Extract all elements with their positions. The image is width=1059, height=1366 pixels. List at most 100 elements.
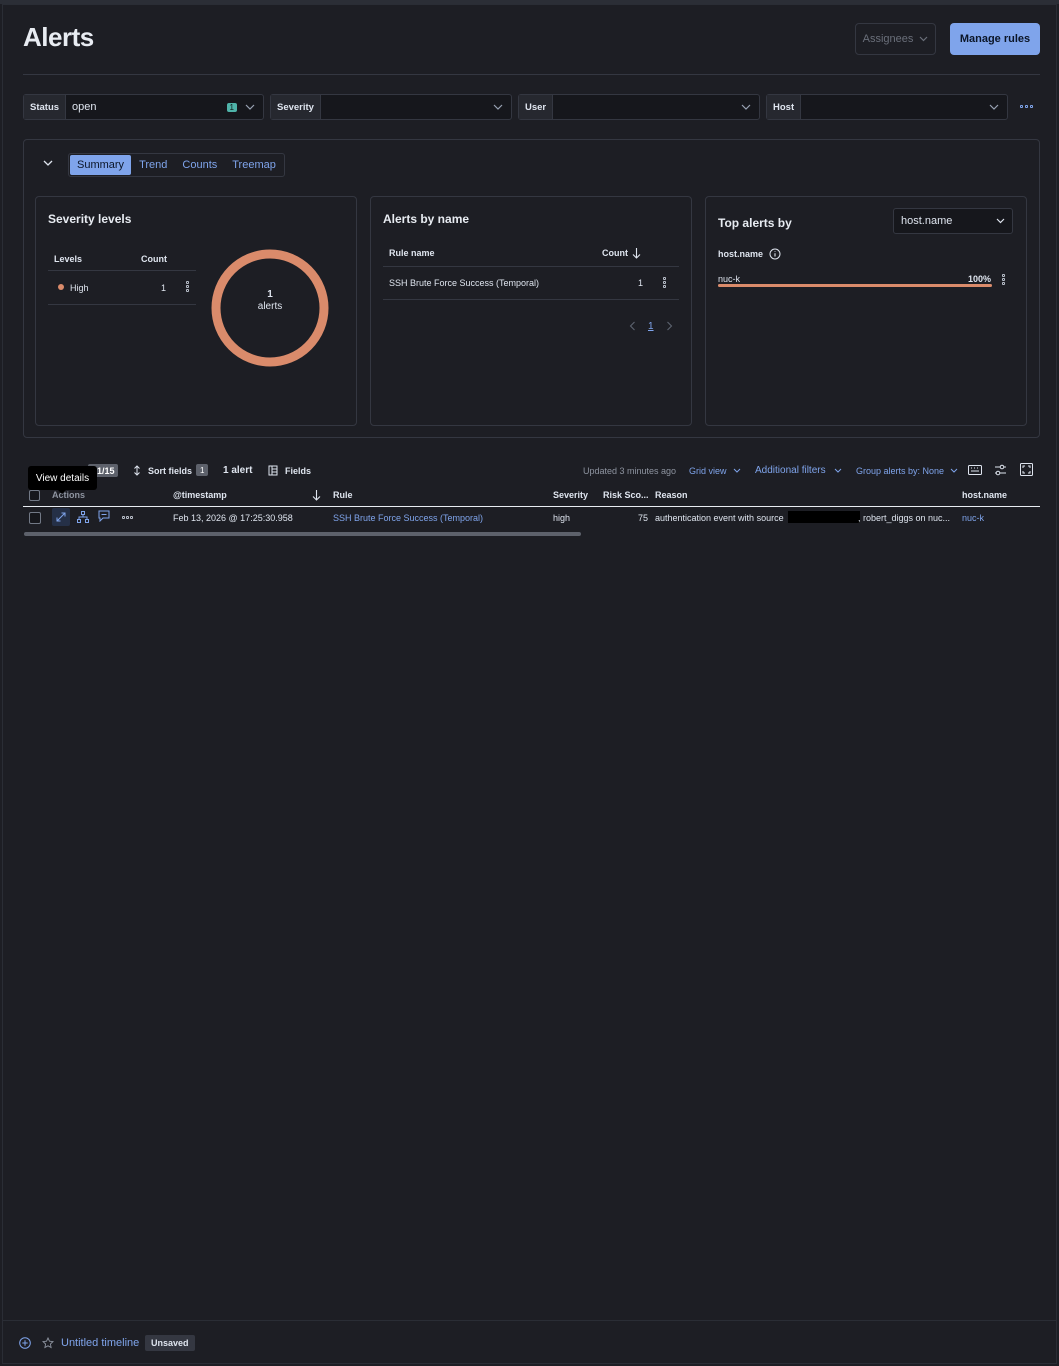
expand-icon: [56, 512, 66, 522]
add-timeline-icon[interactable]: [19, 1337, 31, 1349]
sort-down-arrow-icon[interactable]: [632, 247, 641, 259]
chevron-down-icon: [733, 468, 741, 473]
more-actions-icon[interactable]: [122, 516, 133, 519]
select-all-checkbox[interactable]: [29, 490, 40, 501]
manage-rules-button[interactable]: Manage rules: [950, 23, 1040, 55]
risk-score-cell: 75: [638, 513, 649, 523]
summary-tabs: Summary Trend Counts Treemap: [68, 153, 285, 177]
alerts-by-name-card: [370, 196, 692, 426]
group-alerts-button[interactable]: Group alerts by: None: [856, 466, 944, 476]
row-checkbox[interactable]: [29, 512, 41, 524]
top-alerts-field-label: host.name: [718, 249, 764, 259]
keyboard-icon[interactable]: [968, 465, 982, 475]
timestamp-cell: Feb 13, 2026 @ 17:25:30.958: [173, 513, 293, 523]
additional-filters-button[interactable]: Additional filters: [755, 465, 826, 476]
donut-label: alerts: [257, 301, 283, 312]
fields-icon: [268, 465, 278, 476]
rule-name-cell: SSH Brute Force Success (Temporal): [389, 278, 540, 288]
top-alerts-field-select[interactable]: host.name: [893, 208, 1013, 234]
fields-button[interactable]: Fields: [285, 466, 311, 476]
chevron-down-icon: [919, 36, 928, 42]
levels-column-header: Levels: [54, 254, 83, 264]
top-alert-name: nuc-k: [718, 274, 741, 284]
top-alert-bar-track: [718, 284, 992, 287]
tab-counts[interactable]: Counts: [175, 155, 224, 175]
sort-count-badge: 1: [196, 464, 209, 476]
assignees-button[interactable]: Assignees: [855, 23, 936, 55]
reason-column-header[interactable]: Reason: [655, 490, 688, 500]
table-divider: [48, 270, 196, 271]
timeline-divider: [3, 1320, 1056, 1321]
rule-name-column-header: Rule name: [389, 248, 435, 258]
view-details-tooltip: View details: [28, 466, 97, 494]
sort-fields-button[interactable]: Sort fields: [148, 466, 192, 476]
top-alerts-title: Top alerts by: [718, 216, 792, 230]
star-icon[interactable]: [42, 1337, 54, 1349]
chevron-left-icon[interactable]: [629, 321, 636, 331]
risk-score-column-header[interactable]: Risk Sco...: [603, 490, 649, 500]
user-filter[interactable]: User: [518, 94, 760, 120]
horizontal-scrollbar[interactable]: [24, 532, 581, 536]
chevron-down-icon: [989, 104, 999, 110]
actions-column-header: Actions: [52, 490, 86, 500]
chevron-down-icon: [950, 468, 958, 473]
host-name-link[interactable]: nuc-k: [962, 513, 984, 523]
count-column-header: Count: [141, 254, 167, 264]
table-divider: [383, 299, 679, 300]
page-title: Alerts: [23, 22, 94, 52]
tab-trend[interactable]: Trend: [132, 155, 174, 175]
chevron-right-icon[interactable]: [666, 321, 673, 331]
status-filter-count: 1: [226, 102, 237, 112]
chevron-down-icon: [493, 104, 503, 110]
assignees-label: Assignees: [862, 33, 914, 45]
redacted-block: [788, 511, 860, 523]
sort-down-arrow-icon[interactable]: [312, 489, 321, 501]
host-filter[interactable]: Host: [766, 94, 1008, 120]
sort-icon: [134, 465, 140, 476]
timeline-title[interactable]: Untitled timeline: [61, 1337, 139, 1349]
host-name-column-header[interactable]: host.name: [962, 490, 1007, 500]
user-filter-label: User: [519, 95, 554, 119]
severity-count: 1: [161, 283, 167, 293]
analyze-event-icon[interactable]: [77, 511, 89, 523]
pagination-page-1[interactable]: 1: [648, 321, 654, 332]
comment-icon[interactable]: [98, 510, 110, 522]
rule-link[interactable]: SSH Brute Force Success (Temporal): [333, 513, 483, 523]
severity-filter[interactable]: Severity: [270, 94, 512, 120]
rule-column-header[interactable]: Rule: [333, 490, 353, 500]
timestamp-column-header[interactable]: @timestamp: [173, 490, 227, 500]
more-filters-icon[interactable]: [1020, 105, 1034, 109]
chevron-down-icon: [741, 104, 751, 110]
row-actions-icon[interactable]: [663, 277, 666, 288]
severity-cell: high: [553, 513, 571, 523]
donut-count: 1: [267, 289, 273, 300]
status-filter-value: open: [72, 101, 97, 113]
chevron-down-icon: [834, 468, 842, 473]
status-filter[interactable]: Status open 1: [23, 94, 264, 120]
row-actions-icon[interactable]: [1002, 274, 1005, 285]
status-filter-label: Status: [24, 95, 67, 119]
rule-count-cell: 1: [638, 278, 644, 288]
chevron-down-icon: [245, 104, 255, 110]
tab-treemap[interactable]: Treemap: [225, 155, 283, 175]
severity-column-header[interactable]: Severity: [553, 490, 588, 500]
fullscreen-icon[interactable]: [1020, 463, 1033, 476]
high-dot-icon: [58, 284, 64, 290]
host-filter-label: Host: [767, 95, 802, 119]
grid-view-button[interactable]: Grid view: [689, 466, 727, 476]
view-details-button[interactable]: [52, 508, 70, 526]
settings-sliders-icon[interactable]: [994, 464, 1007, 476]
tab-summary[interactable]: Summary: [70, 155, 132, 175]
updated-text: Updated 3 minutes ago: [583, 466, 677, 476]
count-column-header[interactable]: Count: [602, 248, 628, 258]
top-alerts-select-value: host.name: [901, 215, 953, 227]
reason-cell-end: , robert_diggs on nuc...: [858, 513, 951, 523]
info-icon[interactable]: [769, 248, 781, 260]
row-actions-icon[interactable]: [186, 281, 189, 292]
severity-filter-label: Severity: [271, 95, 321, 119]
alerts-by-name-title: Alerts by name: [383, 212, 470, 226]
table-divider: [383, 266, 679, 267]
severity-card-title: Severity levels: [48, 212, 132, 226]
alert-count: 1 alert: [223, 465, 253, 476]
collapse-chevron-icon[interactable]: [43, 158, 53, 168]
